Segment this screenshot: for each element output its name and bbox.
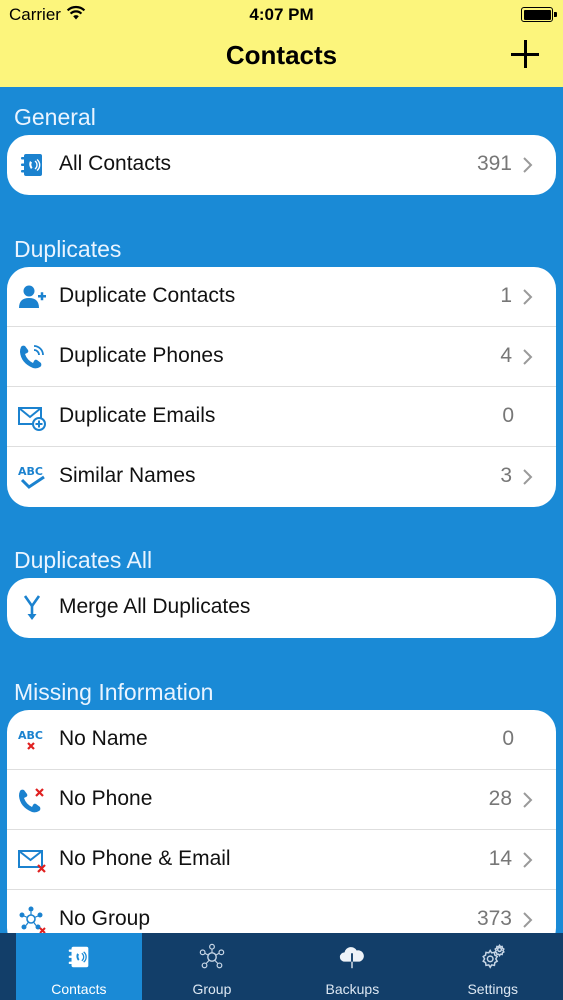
row-label: Duplicate Emails [59, 404, 216, 427]
nav-header: Carrier 4:07 PM Contacts [0, 0, 563, 87]
row-label: Merge All Duplicates [59, 595, 251, 618]
add-contact-button[interactable] [511, 40, 539, 68]
section-title-duplicates: Duplicates [14, 236, 122, 262]
svg-text:ABC: ABC [18, 465, 43, 478]
phone-missing-icon [19, 788, 44, 813]
tab-label: Backups [325, 981, 380, 997]
tab-label: Group [192, 981, 232, 997]
row-all-contacts[interactable]: All Contacts 391 [7, 135, 556, 195]
section-title-duplicates-all: Duplicates All [14, 547, 153, 573]
email-add-icon [18, 407, 46, 431]
group-missing-icon [19, 906, 46, 934]
row-label: All Contacts [59, 152, 172, 175]
gear-icon [481, 943, 505, 969]
row-count: 391 [476, 152, 512, 175]
row-count: 373 [476, 907, 512, 930]
row-count: 0 [502, 727, 514, 750]
row-merge-all-duplicates[interactable]: Merge All Duplicates [7, 578, 556, 638]
tab-contacts[interactable]: Contacts [16, 933, 142, 1000]
row-label: Duplicate Phones [59, 344, 224, 367]
chevron-right-icon [523, 469, 533, 485]
tab-label: Settings [467, 981, 519, 997]
section-title-general: General [14, 104, 96, 130]
address-book-icon [68, 946, 89, 968]
row-count: 4 [500, 344, 512, 367]
group-network-icon [199, 943, 225, 969]
abc-check-icon: ABC [18, 465, 45, 489]
svg-text:ABC: ABC [18, 729, 43, 742]
row-no-phone-email[interactable]: No Phone & Email 14 [7, 830, 556, 890]
card-duplicates: Duplicate Contacts 1 Duplicate Phones 4 … [7, 267, 556, 507]
chevron-right-icon [523, 852, 533, 868]
row-label: No Phone [59, 787, 153, 810]
row-label: No Name [59, 727, 148, 750]
row-count: 1 [500, 284, 512, 307]
row-label: Duplicate Contacts [59, 284, 236, 307]
row-count: 3 [500, 464, 512, 487]
tab-label: Contacts [51, 981, 107, 997]
tab-backups[interactable]: Backups [282, 933, 422, 1000]
row-duplicate-contacts[interactable]: Duplicate Contacts 1 [7, 267, 556, 327]
add-user-icon [19, 285, 46, 308]
row-count: 14 [488, 847, 512, 870]
chevron-right-icon [523, 157, 533, 173]
battery-icon [521, 7, 557, 22]
address-book-icon [21, 154, 42, 176]
cloud-download-icon [340, 947, 365, 969]
email-missing-icon [18, 850, 46, 873]
row-duplicate-emails[interactable]: Duplicate Emails 0 [7, 387, 556, 447]
row-count: 28 [488, 787, 512, 810]
card-duplicates-all: Merge All Duplicates [7, 578, 556, 638]
chevron-right-icon [523, 792, 533, 808]
row-similar-names[interactable]: ABC Similar Names 3 [7, 447, 556, 507]
row-count: 0 [502, 404, 514, 427]
row-no-phone[interactable]: No Phone 28 [7, 770, 556, 830]
row-duplicate-phones[interactable]: Duplicate Phones 4 [7, 327, 556, 387]
chevron-right-icon [523, 912, 533, 928]
chevron-right-icon [523, 349, 533, 365]
status-bar: Carrier 4:07 PM [0, 0, 563, 30]
row-label: No Phone & Email [59, 847, 231, 870]
row-label: No Group [59, 907, 151, 930]
card-general: All Contacts 391 [7, 135, 556, 195]
card-missing-information: ABC No Name 0 No Phone 28 No Phone & Ema… [7, 710, 556, 950]
phone-icon [20, 345, 44, 369]
abc-missing-icon: ABC [18, 729, 43, 750]
row-no-name[interactable]: ABC No Name 0 [7, 710, 556, 770]
clock: 4:07 PM [249, 5, 314, 24]
tab-bar: Contacts Group Backups Settings [0, 933, 563, 1000]
merge-icon [23, 595, 41, 620]
page-title: Contacts [225, 40, 338, 70]
tab-settings[interactable]: Settings [423, 933, 563, 1000]
row-label: Similar Names [59, 464, 196, 487]
section-title-missing-information: Missing Information [14, 679, 214, 705]
chevron-right-icon [523, 289, 533, 305]
tab-group[interactable]: Group [142, 933, 282, 1000]
